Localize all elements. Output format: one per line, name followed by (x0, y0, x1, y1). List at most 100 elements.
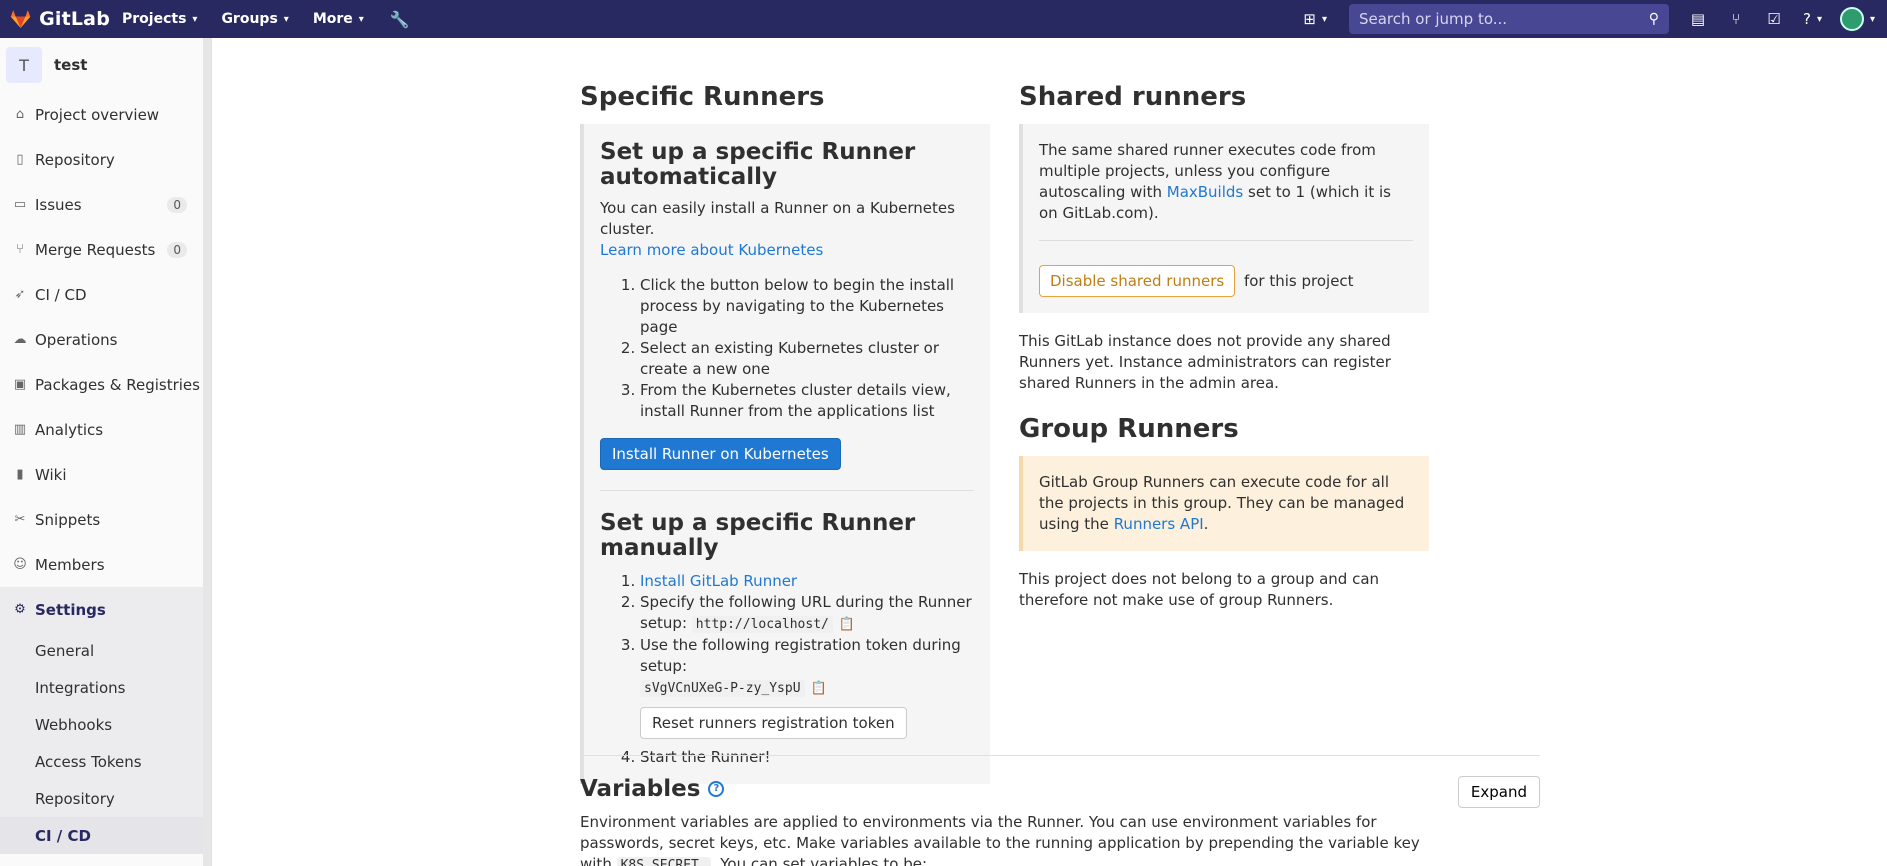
sidebar-subitem-repository[interactable]: Repository (0, 780, 211, 817)
project-header[interactable]: T test (0, 38, 211, 92)
issues-count-badge: 0 (167, 196, 187, 213)
group-text-pre: GitLab Group Runners can execute code fo… (1039, 473, 1405, 533)
sidebar-subitem-ci-cd[interactable]: CI / CD (0, 817, 211, 854)
chevron-down-icon: ▾ (1869, 13, 1875, 25)
sidebar-item-settings[interactable]: ⚙ Settings (0, 587, 211, 632)
question-circle-icon[interactable]: ? (708, 781, 725, 797)
install-gitlab-runner-link[interactable]: Install GitLab Runner (640, 572, 797, 590)
chevron-down-icon: ▾ (1321, 13, 1327, 25)
step3-text: Use the following registration token dur… (640, 636, 961, 675)
variables-title: Variables? (580, 776, 1540, 802)
user-menu[interactable]: ▾ (1832, 7, 1887, 31)
merge-requests-nav-icon[interactable]: ⑂ (1717, 0, 1755, 38)
chevron-down-icon: ▾ (283, 13, 289, 25)
package-icon: ▣ (13, 377, 27, 392)
group-runners-panel: GitLab Group Runners can execute code fo… (1019, 456, 1429, 551)
question-icon: ? (1802, 10, 1811, 28)
sidebar-scrollbar[interactable] (203, 38, 211, 866)
nav-projects[interactable]: Projects ▾ (110, 0, 209, 38)
list-item: Specify the following URL during the Run… (640, 592, 974, 635)
auto-setup-title: Set up a specific Runner automatically (600, 139, 916, 190)
new-dropdown[interactable]: ⊞ ▾ (1291, 10, 1339, 28)
list-item: Select an existing Kubernetes cluster or… (640, 338, 974, 380)
shared-runners-column: Shared runners The same shared runner ex… (1019, 82, 1429, 611)
learn-kubernetes-link[interactable]: Learn more about Kubernetes (600, 241, 823, 259)
sidebar-item-label: Project overview (35, 105, 160, 124)
sidebar-item-ci-cd[interactable]: ➶ CI / CD (0, 272, 211, 317)
manual-steps-list: Install GitLab Runner Specify the follow… (624, 571, 974, 768)
issues-nav-icon[interactable]: ▤ (1679, 0, 1717, 38)
sidebar-item-snippets[interactable]: ✂ Snippets (0, 497, 211, 542)
search-icon: ⚲ (1648, 11, 1659, 27)
chevron-down-icon: ▾ (358, 13, 364, 25)
reset-token-button[interactable]: Reset runners registration token (640, 707, 907, 739)
variables-description: Environment variables are applied to env… (580, 812, 1420, 866)
sidebar-item-label: Issues (35, 195, 82, 214)
todos-icon[interactable]: ☑ (1755, 0, 1793, 38)
disable-shared-runners-button[interactable]: Disable shared runners (1039, 265, 1236, 297)
home-icon: ⌂ (15, 107, 25, 122)
no-group-runners-text: This project does not belong to a group … (1019, 570, 1380, 609)
chevron-down-icon: ▾ (1816, 13, 1822, 25)
list-item: From the Kubernetes cluster details view… (640, 380, 974, 422)
sidebar-item-label: Settings (35, 600, 106, 619)
sidebar-subitem-general[interactable]: General (0, 632, 211, 669)
sidebar-item-packages[interactable]: ▣ Packages & Registries (0, 362, 211, 407)
for-project-label: for this project (1243, 272, 1354, 290)
expand-variables-button[interactable]: Expand (1457, 776, 1540, 808)
sidebar-item-label: Repository (35, 150, 115, 169)
sidebar-item-label: Merge Requests (35, 240, 156, 259)
sidebar-item-label: Wiki (35, 465, 67, 484)
chevron-down-icon: ▾ (192, 13, 198, 25)
sidebar-subitem-integrations[interactable]: Integrations (0, 669, 211, 706)
gitlab-home-link[interactable]: GitLab (0, 7, 110, 31)
sidebar-item-merge-requests[interactable]: ⑂ Merge Requests 0 (0, 227, 211, 272)
search-input[interactable] (1358, 10, 1619, 28)
specific-runners-title: Specific Runners (580, 82, 825, 112)
list-item: Use the following registration token dur… (640, 635, 974, 747)
sidebar-subitem-access-tokens[interactable]: Access Tokens (0, 743, 211, 780)
rocket-icon: ➶ (14, 287, 26, 302)
group-runners-title: Group Runners (1019, 414, 1239, 444)
project-avatar: T (6, 47, 42, 83)
specific-runners-panel: Set up a specific Runner automatically Y… (580, 124, 990, 784)
list-item: Install GitLab Runner (640, 571, 974, 592)
auto-setup-text: You can easily install a Runner on a Kub… (600, 198, 974, 261)
sidebar-item-wiki[interactable]: ▮ Wiki (0, 452, 211, 497)
gear-icon: ⚙ (14, 602, 26, 617)
variables-text-post: . You can set variables to be: (710, 855, 927, 866)
sidebar-item-label: CI / CD (35, 285, 87, 304)
sidebar-item-issues[interactable]: ▭ Issues 0 (0, 182, 211, 227)
book-icon: ▮ (16, 467, 24, 482)
sidebar-item-label: Members (35, 555, 105, 574)
project-sidebar: T test ⌂ Project overview ▯ Repository ▭ Is… (0, 38, 212, 866)
sidebar-item-analytics[interactable]: ▥ Analytics (0, 407, 211, 452)
runner-url-code: http://localhost/ (691, 616, 833, 633)
search-box[interactable]: ⚲ (1348, 4, 1669, 34)
sidebar-item-repository[interactable]: ▯ Repository (0, 137, 211, 182)
sidebar-item-members[interactable]: ☺ Members (0, 542, 211, 587)
copy-url-icon[interactable]: 📋 (839, 614, 855, 635)
sidebar-item-label: Packages & Registries (35, 375, 200, 394)
auto-steps-list: Click the button below to begin the inst… (624, 275, 974, 422)
nav-more[interactable]: More ▾ (301, 0, 376, 38)
list-item: Start the Runner! (640, 747, 974, 768)
sidebar-item-label: Operations (35, 330, 118, 349)
sidebar-subitem-webhooks[interactable]: Webhooks (0, 706, 211, 743)
install-runner-kubernetes-button[interactable]: Install Runner on Kubernetes (600, 438, 841, 470)
group-text-post: . (1203, 515, 1209, 533)
runners-api-link[interactable]: Runners API (1114, 515, 1204, 533)
sidebar-item-project-overview[interactable]: ⌂ Project overview (0, 92, 211, 137)
sidebar-item-operations[interactable]: ☁ Operations (0, 317, 211, 362)
copy-token-icon[interactable]: 📋 (811, 678, 827, 699)
plus-square-icon: ⊞ (1303, 10, 1316, 28)
admin-wrench-icon[interactable]: 🔧 (376, 0, 424, 38)
section-divider (580, 755, 1540, 756)
divider (1039, 240, 1413, 241)
help-dropdown[interactable]: ? ▾ (1793, 10, 1832, 28)
list-item: Click the button below to begin the inst… (640, 275, 974, 338)
k8s-secret-code: K8S_SECRET_ (616, 857, 711, 866)
cloud-icon: ☁ (13, 332, 27, 347)
maxbuilds-link[interactable]: MaxBuilds (1167, 183, 1243, 201)
nav-groups[interactable]: Groups ▾ (209, 0, 300, 38)
